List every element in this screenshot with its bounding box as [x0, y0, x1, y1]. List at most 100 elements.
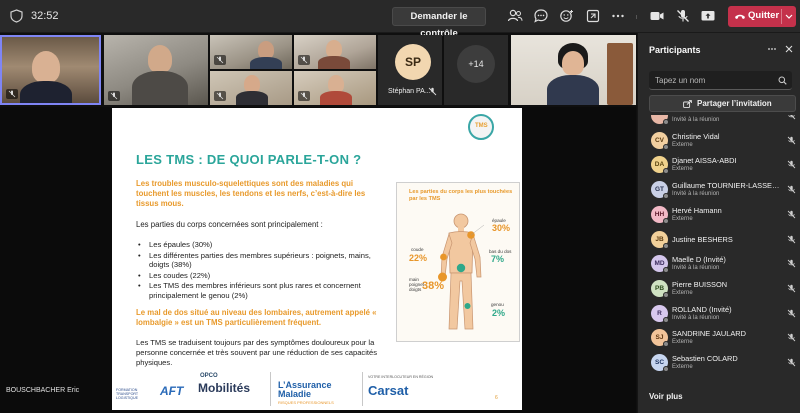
participants-icon[interactable]	[507, 8, 523, 24]
carsat-logo: Carsat	[368, 383, 409, 398]
microphone-muted-icon	[428, 87, 437, 96]
aft-subtitle: FORMATION TRANSPORT LOGISTIQUE	[116, 388, 139, 400]
slide-parts-intro: Les parties du corps concernées sont pri…	[136, 220, 323, 229]
participant-row[interactable]: GT Guillaume TOURNIER-LASSERVE... Invité à…	[638, 178, 800, 202]
muted-tag	[298, 91, 310, 101]
participant-role: Externe	[672, 215, 693, 222]
share-icon	[683, 100, 692, 108]
participant-row[interactable]: SC Sebastien COLARD Externe	[638, 351, 800, 373]
microphone-muted-icon	[787, 309, 796, 318]
participant-name: Guillaume TOURNIER-LASSERVE...	[672, 181, 783, 191]
badge-text: TMS	[475, 123, 488, 129]
participant-role: Invité à la réunion	[672, 265, 720, 272]
figure-pct-lower-back: 7%	[491, 254, 505, 264]
participant-video-body	[20, 81, 72, 103]
aft-logo: AFT	[160, 384, 184, 398]
tms-badge-logo: TMS	[468, 114, 494, 140]
leave-divider	[781, 9, 782, 24]
participant-row[interactable]: Invité à la réunion	[638, 115, 800, 128]
video-tile-avatar[interactable]: SP Stéphan PA...	[378, 35, 442, 105]
slide-bullet-list: Les épaules (30%) Les différentes partie…	[136, 240, 386, 301]
participant-row[interactable]: DA Djanet AISSA-ABDI Externe	[638, 153, 800, 177]
logo-divider	[362, 372, 363, 406]
participant-role: Invité à la réunion	[672, 117, 720, 123]
video-tile[interactable]	[210, 71, 292, 105]
toolbar-divider	[636, 15, 637, 19]
more-participants-count: +14	[457, 45, 495, 83]
presence-status-dot	[663, 143, 669, 150]
meeting-timer: 32:52	[31, 10, 59, 22]
slide-conclusion: Les TMS se traduisent toujours par des s…	[136, 338, 378, 367]
presence-status-dot	[663, 217, 669, 224]
participant-row[interactable]: SJ SANDRINE JAULARD Externe	[638, 326, 800, 350]
avatar: SP	[395, 44, 431, 80]
human-body-illustration	[438, 213, 485, 330]
meeting-toolbar: 32:52 Demander le contrôle Quitter	[0, 0, 800, 39]
video-tile[interactable]	[104, 35, 208, 105]
teams-meeting-window: 32:52 Demander le contrôle Quitter SP St…	[0, 0, 800, 413]
participant-video	[32, 51, 60, 83]
participant-row[interactable]: MD Maelle D (Invité) Invité à la réunion	[638, 252, 800, 276]
muted-tag	[6, 89, 18, 99]
leave-button[interactable]: Quitter	[728, 6, 796, 27]
self-video-tile[interactable]	[511, 35, 636, 105]
participant-row[interactable]: JB Justine BESHERS	[638, 228, 800, 252]
participant-name: SANDRINE JAULARD	[672, 329, 746, 339]
microphone-muted-icon	[787, 333, 796, 342]
opco-logo: Mobilités	[198, 381, 251, 395]
presence-status-dot	[663, 366, 669, 372]
body-figure-box: Les parties du corps les plus touchées p…	[396, 182, 520, 342]
participant-row[interactable]: HH Hervé Hamann Externe	[638, 203, 800, 227]
video-tile[interactable]	[294, 71, 376, 105]
participant-name: Christine Vidal	[672, 131, 720, 141]
microphone-muted-icon	[787, 160, 796, 169]
more-options-icon[interactable]	[767, 44, 777, 54]
microphone-muted-icon	[787, 115, 796, 120]
participant-row[interactable]: PB Pierre BUISSON Externe	[638, 277, 800, 301]
presence-status-dot	[663, 168, 669, 175]
slide-title: LES TMS : DE QUOI PARLE-T-ON ?	[136, 152, 362, 167]
more-actions-icon[interactable]	[610, 8, 626, 24]
video-tile-speaker[interactable]	[0, 35, 101, 105]
video-tile[interactable]	[210, 35, 292, 69]
presence-status-dot	[663, 291, 669, 298]
microphone-muted-icon[interactable]	[675, 8, 691, 24]
partner-logos: FORMATION TRANSPORT LOGISTIQUE AFT OPCO …	[112, 370, 522, 410]
chat-icon[interactable]	[533, 8, 549, 24]
participant-video-body	[547, 75, 599, 105]
camera-icon[interactable]	[649, 8, 665, 24]
slide-intro: Les troubles musculo-squelettiques sont …	[136, 179, 366, 208]
muted-tag	[108, 91, 120, 101]
participant-video-body	[236, 91, 268, 105]
chevron-down-icon[interactable]	[785, 13, 793, 20]
participant-row[interactable]: CV Christine Vidal Externe	[638, 129, 800, 153]
participant-role: Externe	[672, 141, 693, 148]
participant-video	[148, 45, 172, 73]
figure-pct-wrist: 38%	[422, 280, 445, 292]
video-tile[interactable]	[294, 35, 376, 69]
presence-status-dot	[663, 316, 669, 323]
close-icon[interactable]	[784, 44, 794, 54]
reactions-icon[interactable]	[559, 8, 575, 24]
share-invitation-button[interactable]: Partager l’invitation	[649, 95, 796, 112]
participant-row[interactable]: R ROLLAND (Invité) Invité à la réunion	[638, 302, 800, 326]
participants-list: Invité à la réunion CV Christine Vidal Exte…	[638, 115, 800, 373]
muted-tag	[298, 55, 310, 65]
request-control-button[interactable]: Demander le contrôle	[392, 7, 486, 39]
figure-pct-elbow: 22%	[409, 253, 428, 263]
participant-name: ROLLAND (Invité)	[672, 304, 732, 314]
search-input[interactable]	[655, 74, 770, 87]
presence-status-dot	[663, 193, 669, 200]
share-screen-icon[interactable]	[700, 8, 716, 24]
assurance-maladie-subtitle: RISQUES PROFESSIONNELS	[278, 400, 334, 405]
presence-status-dot	[663, 119, 669, 125]
list-item: Les coudes (22%)	[136, 271, 386, 281]
list-item: Les TMS des membres inférieurs sont plus…	[136, 281, 386, 300]
participant-name: Hervé Hamann	[672, 205, 722, 215]
more-participants-tile[interactable]: +14	[444, 35, 508, 105]
slide-lumbago-note: Le mal de dos situé au niveau des lombai…	[136, 308, 377, 327]
search-icon[interactable]	[778, 76, 787, 85]
see-more-link[interactable]: Voir plus	[649, 392, 683, 401]
rooms-icon[interactable]	[585, 8, 601, 24]
presence-status-dot	[663, 267, 669, 274]
